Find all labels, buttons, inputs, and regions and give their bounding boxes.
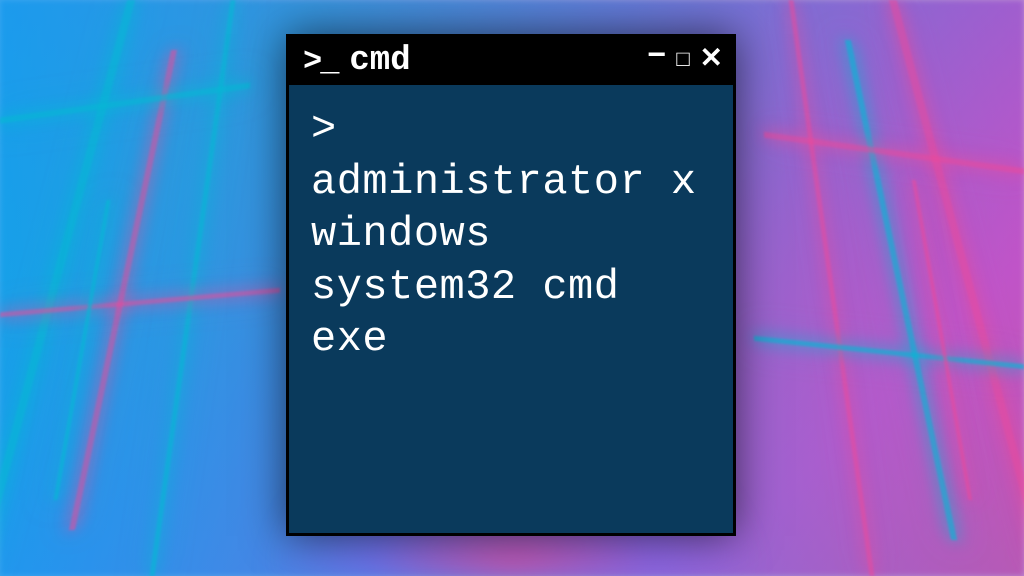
close-button[interactable]: ✕ [700, 47, 723, 75]
maximize-button[interactable]: □ [676, 50, 689, 72]
minimize-button[interactable]: − [647, 41, 666, 73]
window-controls: − □ ✕ [647, 45, 723, 77]
terminal-body[interactable]: > administrator x windows system32 cmd e… [289, 85, 733, 384]
terminal-window[interactable]: >_ cmd − □ ✕ > administrator x windows s… [286, 34, 736, 536]
command-text: administrator x windows system32 cmd exe [311, 158, 697, 364]
prompt-symbol: > [311, 105, 337, 153]
titlebar-left: >_ cmd [303, 42, 411, 80]
titlebar[interactable]: >_ cmd − □ ✕ [289, 37, 733, 85]
window-title: cmd [349, 42, 410, 80]
terminal-icon: >_ [303, 43, 337, 80]
